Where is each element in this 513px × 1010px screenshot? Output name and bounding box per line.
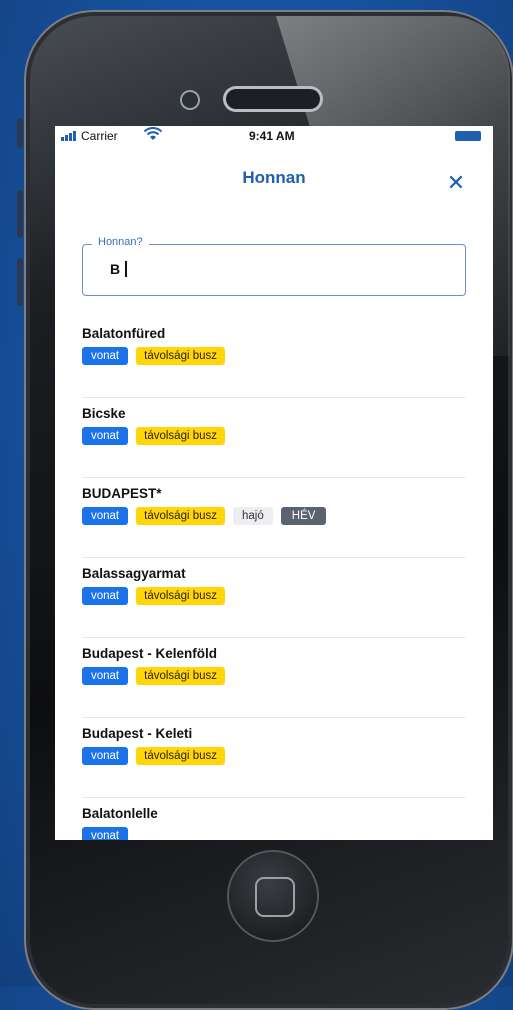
transport-tag-vonat: vonat <box>82 667 129 685</box>
carrier-label: Carrier <box>81 129 118 143</box>
origin-search-label: Honnan? <box>92 236 149 248</box>
mute-switch <box>17 118 23 148</box>
transport-tag-vonat: vonat <box>82 827 129 840</box>
signal-icon <box>61 131 76 141</box>
transport-tag-busz: távolsági busz <box>136 427 226 445</box>
transport-tag-vonat: vonat <box>82 587 129 605</box>
transport-tag-hev: HÉV <box>280 507 327 525</box>
transport-tags: vonat távolsági busz <box>82 587 226 605</box>
status-bar: Carrier 9:41 AM <box>55 126 493 148</box>
transport-tag-busz: távolsági busz <box>136 347 226 365</box>
nav-bar: Honnan ✕ <box>55 148 493 216</box>
transport-tag-vonat: vonat <box>82 747 129 765</box>
station-result-item[interactable]: Balassagyarmat vonat távolsági busz <box>82 558 466 638</box>
station-name: Bicske <box>82 406 126 421</box>
app-screen: Carrier 9:41 AM Honnan ✕ Honnan? B Balat… <box>55 126 493 840</box>
transport-tag-busz: távolsági busz <box>136 747 226 765</box>
station-result-item[interactable]: Bicske vonat távolsági busz <box>82 398 466 478</box>
station-name: Balassagyarmat <box>82 566 186 581</box>
transport-tags: vonat távolsági busz <box>82 667 226 685</box>
volume-down-button <box>17 258 23 306</box>
station-name: Balatonlelle <box>82 806 158 821</box>
home-button-icon <box>255 877 295 917</box>
transport-tag-busz: távolsági busz <box>136 587 226 605</box>
transport-tag-hajo: hajó <box>233 507 273 525</box>
transport-tag-vonat: vonat <box>82 507 129 525</box>
close-icon[interactable]: ✕ <box>445 172 467 194</box>
station-result-item[interactable]: BUDAPEST* vonat távolsági busz hajó HÉV <box>82 478 466 558</box>
status-time: 9:41 AM <box>249 129 295 143</box>
station-name: Budapest - Kelenföld <box>82 646 218 661</box>
text-caret <box>125 261 127 277</box>
transport-tag-vonat: vonat <box>82 347 129 365</box>
origin-search-box <box>82 244 466 296</box>
origin-search-input[interactable]: B <box>110 261 127 277</box>
transport-tags: vonat távolsági busz <box>82 747 226 765</box>
volume-up-button <box>17 190 23 238</box>
station-name: Budapest - Keleti <box>82 726 193 741</box>
station-results-list: Balatonfüred vonat távolsági busz Bicske von… <box>55 318 493 840</box>
station-name: Balatonfüred <box>82 326 166 341</box>
battery-icon <box>455 131 481 141</box>
station-result-item[interactable]: Balatonfüred vonat távolsági busz <box>82 318 466 398</box>
transport-tag-busz: távolsági busz <box>136 507 226 525</box>
transport-tags: vonat távolsági busz hajó HÉV <box>82 507 327 525</box>
station-result-item[interactable]: Budapest - Keleti vonat távolsági busz <box>82 718 466 798</box>
transport-tags: vonat <box>82 827 129 840</box>
earpiece-speaker <box>226 89 320 109</box>
station-result-item[interactable]: Balatonlelle vonat <box>82 798 466 840</box>
transport-tags: vonat távolsági busz <box>82 427 226 445</box>
page-title: Honnan <box>242 168 306 187</box>
station-name: BUDAPEST* <box>82 486 162 501</box>
front-camera <box>182 92 198 108</box>
transport-tag-vonat: vonat <box>82 427 129 445</box>
station-result-item[interactable]: Budapest - Kelenföld vonat távolsági busz <box>82 638 466 718</box>
transport-tag-busz: távolsági busz <box>136 667 226 685</box>
origin-search-field[interactable]: Honnan? B <box>82 236 466 296</box>
wifi-icon <box>143 127 163 140</box>
transport-tags: vonat távolsági busz <box>82 347 226 365</box>
